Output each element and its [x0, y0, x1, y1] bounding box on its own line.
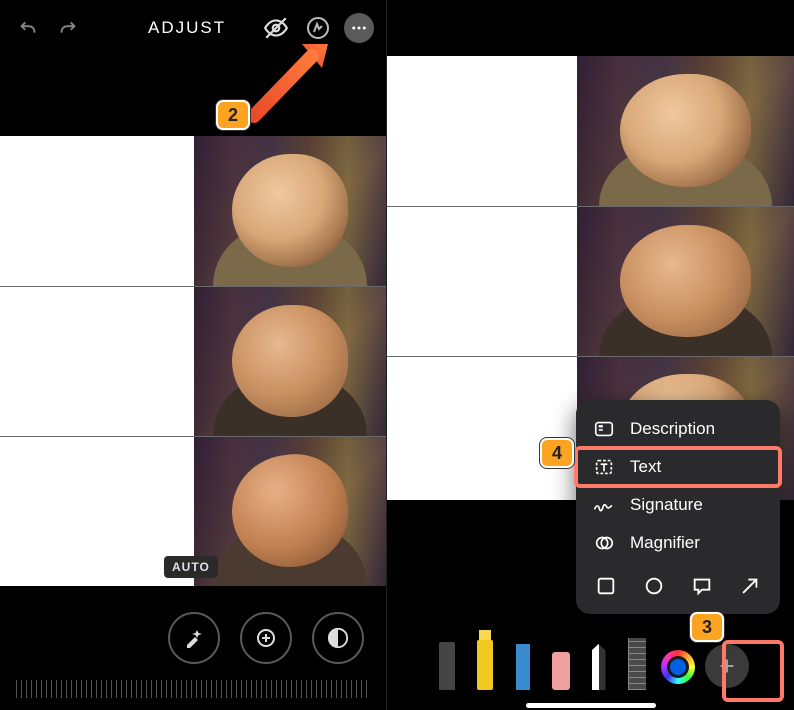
annotation-badge-4: 4: [540, 438, 574, 468]
home-indicator: [526, 703, 656, 708]
more-button[interactable]: [344, 13, 374, 43]
eraser-tool[interactable]: [547, 618, 575, 690]
shape-circle-button[interactable]: [640, 572, 668, 600]
auto-chip[interactable]: AUTO: [164, 556, 218, 578]
pencil-tool[interactable]: [509, 618, 537, 690]
lasso-tool[interactable]: [585, 618, 613, 690]
image-canvas[interactable]: [0, 136, 386, 586]
popover-item-label: Signature: [630, 495, 703, 515]
adjust-title: ADJUST: [148, 18, 226, 38]
annotation-arrow: [244, 38, 330, 124]
popover-description[interactable]: Description: [576, 410, 780, 448]
brilliance-button[interactable]: [312, 612, 364, 664]
popover-magnifier[interactable]: Magnifier: [576, 524, 780, 562]
shape-speech-button[interactable]: [688, 572, 716, 600]
auto-enhance-button[interactable]: [168, 612, 220, 664]
adjust-slider[interactable]: [16, 680, 370, 698]
signature-icon: [592, 494, 616, 516]
popover-shape-row: [576, 562, 780, 604]
annotation-badge-2: 2: [216, 100, 250, 130]
color-picker-button[interactable]: [661, 650, 695, 684]
annotation-badge-3: 3: [690, 612, 724, 642]
exposure-button[interactable]: [240, 612, 292, 664]
ruler-tool[interactable]: [623, 618, 651, 690]
shape-square-button[interactable]: [592, 572, 620, 600]
redo-button[interactable]: [52, 12, 84, 44]
shape-arrow-button[interactable]: [736, 572, 764, 600]
pen-tool[interactable]: [433, 618, 461, 690]
popover-item-label: Text: [630, 457, 661, 477]
popover-item-label: Magnifier: [630, 533, 700, 553]
description-icon: [592, 418, 616, 440]
text-icon: [592, 456, 616, 478]
highlighter-tool[interactable]: [471, 618, 499, 690]
annotation-highlight-3: [722, 640, 784, 702]
undo-button[interactable]: [12, 12, 44, 44]
popover-signature[interactable]: Signature: [576, 486, 780, 524]
add-popover: Description Text Signature Magnifier: [576, 400, 780, 614]
adjust-bottom-bar: [0, 594, 386, 710]
magnifier-icon: [592, 532, 616, 554]
popover-item-label: Description: [630, 419, 715, 439]
popover-text[interactable]: Text: [576, 448, 780, 486]
